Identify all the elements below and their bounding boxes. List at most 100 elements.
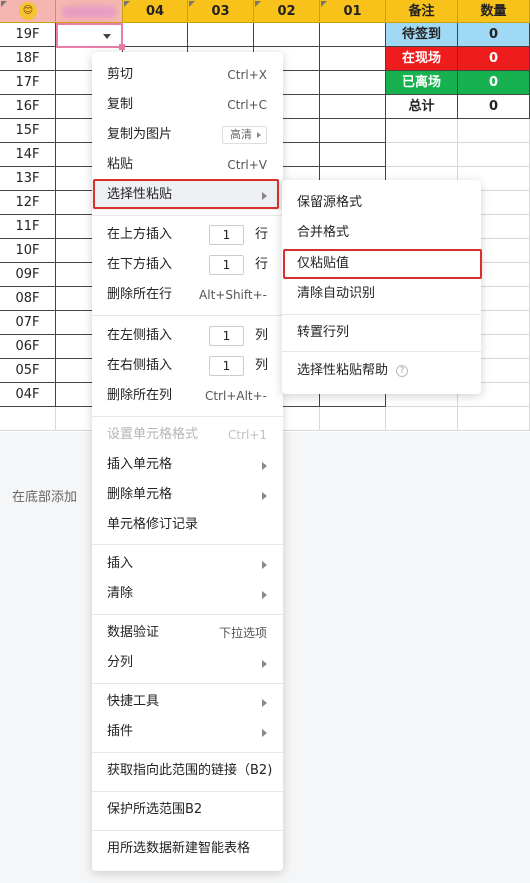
submenu-item-transpose[interactable]: 转置行列 xyxy=(282,318,481,348)
dropdown-caret-icon[interactable] xyxy=(103,34,111,39)
note-cell[interactable] xyxy=(386,407,458,431)
stat-value[interactable]: 0 xyxy=(458,47,530,71)
column-header-note[interactable]: 备注 xyxy=(386,0,458,23)
menu-item-copy-as-image[interactable]: 复制为图片 高清 xyxy=(92,120,283,150)
floor-label-cell[interactable] xyxy=(0,407,56,431)
floor-label-cell[interactable]: 04F xyxy=(0,383,56,407)
stat-value[interactable]: 0 xyxy=(458,23,530,47)
floor-label-cell[interactable]: 15F xyxy=(0,119,56,143)
grid-cell[interactable] xyxy=(254,23,320,47)
menu-item-delete-row[interactable]: 删除所在行 Alt+Shift+- xyxy=(92,280,283,310)
chevron-right-icon xyxy=(262,561,267,569)
context-menu: 剪切 Ctrl+X 复制 Ctrl+C 复制为图片 高清 粘贴 Ctrl+V 选… xyxy=(92,52,283,871)
menu-item-paste[interactable]: 粘贴 Ctrl+V xyxy=(92,150,283,180)
floor-label-cell[interactable]: 06F xyxy=(0,335,56,359)
floor-label-cell[interactable]: 12F xyxy=(0,191,56,215)
stat-label[interactable]: 待签到 xyxy=(386,23,458,47)
column-header-blurred[interactable] xyxy=(56,0,123,23)
menu-item-insert[interactable]: 插入 xyxy=(92,549,283,579)
grid-cell[interactable] xyxy=(320,119,386,143)
menu-item-delete-column[interactable]: 删除所在列 Ctrl+Alt+- xyxy=(92,381,283,411)
stat-label[interactable]: 在现场 xyxy=(386,47,458,71)
grid-cell[interactable] xyxy=(320,47,386,71)
menu-item-format-cells: 设置单元格格式 Ctrl+1 xyxy=(107,427,267,442)
submenu-item-keep-source-format[interactable]: 保留源格式 xyxy=(282,188,481,218)
grid-cell[interactable] xyxy=(188,23,254,47)
chevron-right-icon xyxy=(262,591,267,599)
menu-item-clear[interactable]: 清除 xyxy=(92,579,283,609)
floor-label-cell[interactable]: 17F xyxy=(0,71,56,95)
menu-item-new-smart-table[interactable]: 用所选数据新建智能表格 xyxy=(92,834,283,864)
divider xyxy=(282,351,481,352)
insert-left-count-input[interactable]: 1 xyxy=(209,326,244,346)
floor-label-cell[interactable]: 13F xyxy=(0,167,56,191)
divider xyxy=(92,752,283,753)
chevron-right-icon xyxy=(262,660,267,668)
divider xyxy=(92,614,283,615)
count-cell[interactable] xyxy=(458,119,530,143)
grid-cell[interactable] xyxy=(320,23,386,47)
menu-item-split-column[interactable]: 分列 xyxy=(92,648,283,678)
submenu-item-merge-format[interactable]: 合并格式 xyxy=(282,218,481,248)
menu-item-quick-tools[interactable]: 快捷工具 xyxy=(92,687,283,717)
floor-label-cell[interactable]: 09F xyxy=(0,263,56,287)
menu-item-data-validation[interactable]: 数据验证 下拉选项 xyxy=(92,618,283,648)
column-header-04[interactable]: 04 xyxy=(123,0,188,23)
grid-cell[interactable] xyxy=(320,71,386,95)
insert-above-count-input[interactable]: 1 xyxy=(209,225,244,245)
grid-cell[interactable] xyxy=(320,143,386,167)
stat-label[interactable]: 已离场 xyxy=(386,71,458,95)
selected-cell-b2[interactable] xyxy=(56,23,125,50)
submenu-item-clear-auto-detect[interactable]: 清除自动识别 xyxy=(282,279,481,309)
menu-item-insert-above[interactable]: 在上方插入 1 行 xyxy=(92,220,283,250)
floor-label-cell[interactable]: 05F xyxy=(0,359,56,383)
floor-label-cell[interactable]: 11F xyxy=(0,215,56,239)
menu-item-insert-below[interactable]: 在下方插入 1 行 xyxy=(92,250,283,280)
corner-header-cell[interactable]: 😊 xyxy=(0,0,56,23)
grid-cell[interactable] xyxy=(320,95,386,119)
count-cell[interactable] xyxy=(458,407,530,431)
fill-handle[interactable] xyxy=(119,44,125,50)
floor-label-cell[interactable]: 18F xyxy=(0,47,56,71)
floor-label-cell[interactable]: 19F xyxy=(0,23,56,47)
menu-item-insert-right[interactable]: 在右侧插入 1 列 xyxy=(92,351,283,381)
paste-special-submenu: 保留源格式 合并格式 仅粘贴值 清除自动识别 转置行列 选择性粘贴帮助? xyxy=(282,180,482,394)
floor-label-cell[interactable]: 08F xyxy=(0,287,56,311)
insert-below-count-input[interactable]: 1 xyxy=(209,255,244,275)
menu-item-delete-cells[interactable]: 删除单元格 xyxy=(92,480,283,510)
stat-label[interactable]: 总计 xyxy=(386,95,458,119)
menu-item-cell-history[interactable]: 单元格修订记录 xyxy=(92,510,283,540)
menu-item-get-link[interactable]: 获取指向此范围的链接（B2) xyxy=(92,756,283,786)
menu-item-protect-range[interactable]: 保护所选范围B2 xyxy=(92,795,283,825)
floor-label-cell[interactable]: 14F xyxy=(0,143,56,167)
grid-cell[interactable] xyxy=(320,407,386,431)
column-header-01[interactable]: 01 xyxy=(320,0,386,23)
note-cell[interactable] xyxy=(386,119,458,143)
column-header-count[interactable]: 数量 xyxy=(458,0,530,23)
submenu-item-paste-values-only[interactable]: 仅粘贴值 xyxy=(282,249,481,279)
help-icon: ? xyxy=(396,364,409,377)
menu-item-paste-special[interactable]: 选择性粘贴 xyxy=(92,180,283,210)
floor-label-cell[interactable]: 16F xyxy=(0,95,56,119)
floor-label-cell[interactable]: 07F xyxy=(0,311,56,335)
submenu-item-paste-special-help[interactable]: 选择性粘贴帮助? xyxy=(282,356,481,386)
menu-item-cut[interactable]: 剪切 Ctrl+X xyxy=(92,60,283,90)
menu-item-plugins[interactable]: 插件 xyxy=(92,717,283,747)
column-header-03[interactable]: 03 xyxy=(188,0,254,23)
column-header-02[interactable]: 02 xyxy=(254,0,320,23)
menu-item-insert-left[interactable]: 在左侧插入 1 列 xyxy=(92,321,283,351)
stat-value[interactable]: 0 xyxy=(458,95,530,119)
floor-label-cell[interactable]: 10F xyxy=(0,239,56,263)
stat-value[interactable]: 0 xyxy=(458,71,530,95)
insert-right-count-input[interactable]: 1 xyxy=(209,356,244,376)
comment-marker-icon xyxy=(321,1,327,7)
menu-item-copy[interactable]: 复制 Ctrl+C xyxy=(92,90,283,120)
divider xyxy=(92,416,283,417)
count-cell[interactable] xyxy=(458,143,530,167)
add-at-bottom-label[interactable]: 在底部添加 xyxy=(12,486,77,505)
note-cell[interactable] xyxy=(386,143,458,167)
menu-item-insert-cells[interactable]: 插入单元格 xyxy=(92,450,283,480)
chevron-right-icon xyxy=(262,729,267,737)
grid-cell[interactable] xyxy=(123,23,188,47)
image-quality-dropdown[interactable]: 高清 xyxy=(222,126,267,144)
